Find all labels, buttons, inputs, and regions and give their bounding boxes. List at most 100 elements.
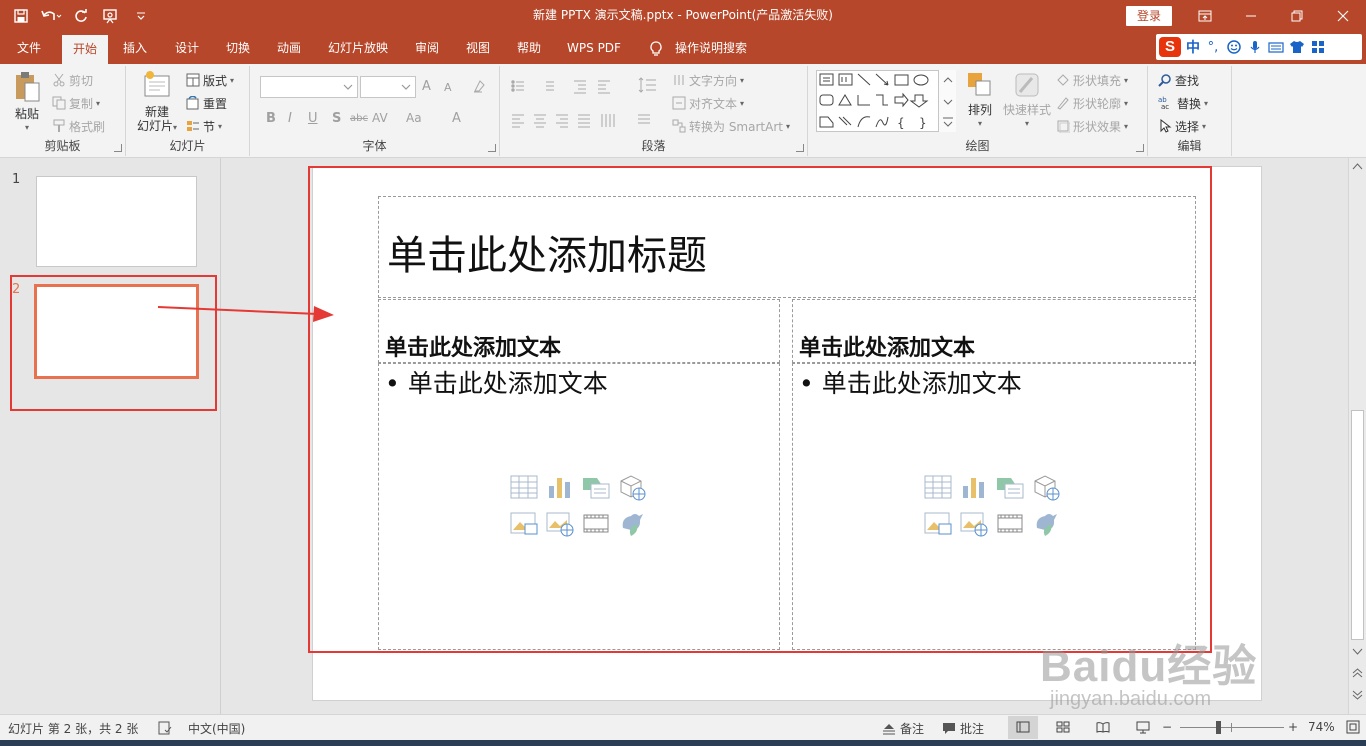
slide-thumbnail-1[interactable] bbox=[36, 176, 197, 267]
reset-button[interactable]: 重置 bbox=[186, 93, 227, 113]
previous-slide-icon[interactable] bbox=[1351, 666, 1364, 680]
alignment-icons[interactable] bbox=[510, 112, 666, 128]
microphone-icon[interactable] bbox=[1247, 39, 1263, 55]
shrink-font-button[interactable]: A bbox=[444, 81, 452, 94]
cut-button[interactable]: 剪切 bbox=[52, 70, 93, 90]
save-button[interactable] bbox=[8, 3, 34, 29]
select-button[interactable]: 选择 ▾ bbox=[1158, 116, 1206, 136]
underline-button[interactable]: U bbox=[308, 111, 318, 126]
paste-button[interactable]: 粘贴 ▾ bbox=[8, 70, 46, 135]
strikethrough-button[interactable]: abc bbox=[350, 113, 368, 124]
replace-button[interactable]: ab ac 替换 ▾ bbox=[1158, 93, 1208, 113]
zoom-in-button[interactable]: + bbox=[1288, 720, 1298, 734]
arrange-button[interactable]: 排列 ▾ bbox=[960, 70, 1000, 131]
comments-button[interactable]: 批注 bbox=[942, 720, 984, 737]
slide-sorter-icon[interactable] bbox=[1056, 721, 1070, 733]
ime-mode-toggle[interactable]: 中 bbox=[1186, 37, 1200, 57]
fit-slide-icon[interactable] bbox=[1346, 720, 1360, 734]
section-button[interactable]: 节 ▾ bbox=[186, 116, 222, 136]
change-case-button[interactable]: Aa bbox=[406, 111, 422, 125]
pen-icon bbox=[1057, 97, 1069, 110]
login-button[interactable]: 登录 bbox=[1126, 6, 1172, 26]
format-painter-label: 格式刷 bbox=[69, 119, 106, 134]
zoom-slider-track[interactable] bbox=[1180, 727, 1284, 728]
ribbon-display-options-button[interactable] bbox=[1182, 0, 1228, 32]
italic-button[interactable]: I bbox=[288, 111, 292, 126]
start-slideshow-button[interactable] bbox=[98, 3, 124, 29]
shapes-gallery-icons[interactable]: {} bbox=[817, 71, 937, 131]
quick-styles-button[interactable]: 快速样式 ▾ bbox=[1002, 70, 1052, 131]
tab-file[interactable]: 文件 bbox=[6, 32, 52, 64]
replace-icon: abac bbox=[1158, 96, 1169, 110]
tab-view[interactable]: 视图 bbox=[457, 32, 499, 64]
tab-help[interactable]: 帮助 bbox=[508, 32, 550, 64]
format-painter-button[interactable]: 格式刷 bbox=[52, 116, 105, 136]
zoom-out-button[interactable]: − bbox=[1162, 720, 1172, 734]
tab-insert[interactable]: 插入 bbox=[114, 32, 156, 64]
shadow-button[interactable]: S bbox=[332, 111, 341, 126]
minimize-button[interactable] bbox=[1228, 0, 1274, 32]
copy-button[interactable]: 复制 ▾ bbox=[52, 93, 100, 113]
scroll-down-arrow-icon[interactable] bbox=[1351, 646, 1364, 656]
font-family-combo[interactable] bbox=[260, 76, 358, 98]
align-text-button[interactable]: 对齐文本 ▾ bbox=[672, 93, 744, 113]
gallery-scroll-arrows-icon[interactable] bbox=[939, 70, 957, 132]
chevron-down-icon bbox=[343, 84, 353, 90]
zoom-level[interactable]: 74% bbox=[1308, 720, 1335, 734]
font-color-button[interactable]: A bbox=[452, 111, 461, 126]
language-status[interactable]: 中文(中国) bbox=[188, 720, 245, 737]
line-spacing-icon[interactable] bbox=[638, 76, 658, 94]
reading-view-icon[interactable] bbox=[1096, 721, 1110, 733]
arrange-icon bbox=[968, 73, 991, 96]
close-button[interactable] bbox=[1320, 0, 1366, 32]
paragraph-launcher-icon[interactable] bbox=[796, 144, 804, 152]
tab-home[interactable]: 开始 bbox=[62, 35, 108, 64]
tab-animations[interactable]: 动画 bbox=[268, 32, 310, 64]
accessibility-check-icon[interactable] bbox=[158, 721, 172, 735]
notes-button[interactable]: 备注 bbox=[882, 720, 924, 737]
sogou-logo-icon[interactable]: S bbox=[1159, 37, 1181, 57]
ime-punctuation-toggle[interactable]: °, bbox=[1205, 39, 1221, 55]
vertical-scrollbar[interactable] bbox=[1348, 158, 1366, 714]
tab-transitions[interactable]: 切换 bbox=[217, 32, 259, 64]
tab-slideshow[interactable]: 幻灯片放映 bbox=[320, 32, 396, 64]
smartart-button[interactable]: 转换为 SmartArt ▾ bbox=[672, 116, 790, 136]
scroll-up-arrow-icon[interactable] bbox=[1351, 162, 1364, 172]
new-slide-button[interactable]: 新建 幻灯片▾ bbox=[132, 70, 182, 135]
find-button[interactable]: 查找 bbox=[1158, 70, 1199, 90]
next-slide-icon[interactable] bbox=[1351, 688, 1364, 702]
drawing-launcher-icon[interactable] bbox=[1136, 144, 1144, 152]
normal-view-button[interactable] bbox=[1008, 716, 1038, 739]
tell-me-search[interactable]: 操作说明搜索 bbox=[670, 32, 752, 64]
character-spacing-button[interactable]: AV bbox=[372, 111, 388, 125]
tab-design[interactable]: 设计 bbox=[166, 32, 208, 64]
bullets-icon[interactable] bbox=[510, 78, 630, 94]
shape-outline-button[interactable]: 形状轮廓 ▾ bbox=[1056, 93, 1128, 113]
zoom-slider-thumb[interactable] bbox=[1216, 721, 1221, 734]
customize-qat-button[interactable] bbox=[128, 3, 154, 29]
shapes-gallery[interactable]: {} bbox=[816, 70, 956, 132]
shapes-gallery-scroll[interactable] bbox=[938, 70, 956, 132]
tab-wps-pdf[interactable]: WPS PDF bbox=[560, 32, 628, 64]
scrollbar-thumb[interactable] bbox=[1351, 410, 1364, 640]
text-direction-button[interactable]: 文字方向 ▾ bbox=[672, 70, 744, 90]
undo-button[interactable] bbox=[38, 3, 64, 29]
tab-review[interactable]: 审阅 bbox=[406, 32, 448, 64]
shape-effects-button[interactable]: 形状效果 ▾ bbox=[1056, 116, 1128, 136]
shape-fill-button[interactable]: 形状填充 ▾ bbox=[1056, 70, 1128, 90]
bold-button[interactable]: B bbox=[266, 111, 276, 126]
clipboard-launcher-icon[interactable] bbox=[114, 144, 122, 152]
font-size-combo[interactable] bbox=[360, 76, 416, 98]
smiley-icon[interactable] bbox=[1226, 39, 1242, 55]
toolbox-grid-icon[interactable] bbox=[1310, 39, 1326, 55]
new-slide-icon bbox=[144, 71, 170, 97]
keyboard-icon[interactable] bbox=[1268, 39, 1284, 55]
skin-shirt-icon[interactable] bbox=[1289, 39, 1305, 55]
grow-font-button[interactable]: A bbox=[422, 79, 431, 94]
font-launcher-icon[interactable] bbox=[488, 144, 496, 152]
slideshow-view-icon[interactable] bbox=[1136, 721, 1150, 734]
layout-button[interactable]: 版式 ▾ bbox=[186, 70, 234, 90]
clear-formatting-icon[interactable] bbox=[472, 78, 488, 94]
restore-button[interactable] bbox=[1274, 0, 1320, 32]
redo-button[interactable] bbox=[68, 3, 94, 29]
